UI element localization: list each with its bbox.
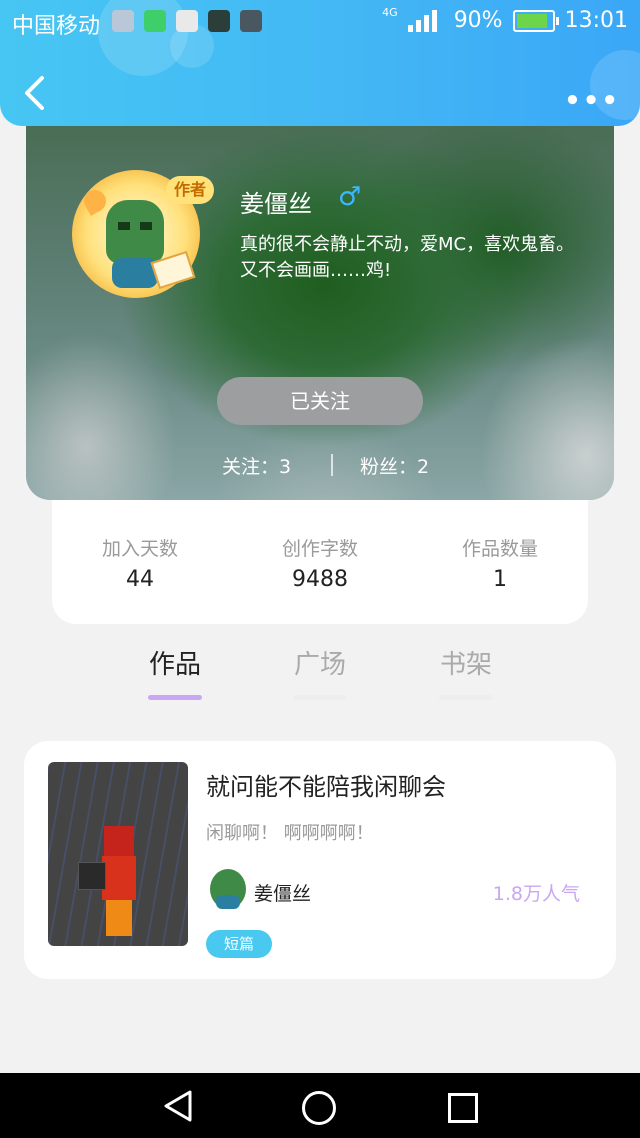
- stat-work-count: 作品数量 1: [420, 534, 580, 592]
- tab-label: 书架: [439, 650, 492, 680]
- author-badge: 作者: [166, 176, 214, 204]
- follow-stats: 关注：3 粉丝：2: [26, 452, 614, 482]
- tab-underline: [293, 695, 347, 700]
- stat-label: 加入天数: [101, 538, 178, 560]
- work-card[interactable]: 就问能不能陪我闲聊会 闲聊啊！ 啊啊啊啊！ 姜僵丝 1.8万人气 短篇: [24, 741, 616, 979]
- minecraft-character-icon: [78, 826, 136, 936]
- app-notification-icon: [144, 10, 166, 32]
- work-tag: 短篇: [206, 930, 272, 958]
- nav-back-icon[interactable]: [160, 1089, 194, 1123]
- tab-square[interactable]: 广场: [270, 644, 370, 700]
- work-author[interactable]: 姜僵丝: [254, 879, 311, 906]
- user-name: 姜僵丝: [240, 190, 312, 218]
- status-bar: 中国移动 4G 90% 13:01: [0, 0, 640, 44]
- content-tabs: 作品 广场 书架: [0, 624, 640, 714]
- app-notification-icon: [240, 10, 262, 32]
- back-icon[interactable]: [22, 76, 48, 110]
- work-description: 闲聊啊！ 啊啊啊啊！: [206, 823, 374, 844]
- network-label: 4G: [382, 6, 398, 19]
- stat-label: 创作字数: [281, 538, 358, 560]
- stats-card: 加入天数 44 创作字数 9488 作品数量 1: [52, 500, 588, 624]
- tab-underline: [148, 695, 202, 700]
- top-header: 中国移动 4G 90% 13:01 •••: [0, 0, 640, 126]
- stat-value: 9488: [292, 567, 348, 592]
- stat-word-count: 创作字数 9488: [240, 534, 400, 592]
- battery-icon: [512, 9, 559, 32]
- user-bio: 真的很不会静止不动，爱MC，喜欢鬼畜。又不会画画……鸡!: [240, 234, 575, 281]
- stat-value: 44: [126, 567, 154, 592]
- clock: 13:01: [564, 8, 628, 33]
- stat-label: 作品数量: [461, 538, 538, 560]
- system-nav-bar: [0, 1073, 640, 1138]
- carrier-label: 中国移动: [12, 14, 101, 39]
- zombie-avatar-icon: [106, 200, 164, 288]
- work-title[interactable]: 就问能不能陪我闲聊会: [206, 767, 446, 802]
- signal-icon: [407, 9, 444, 32]
- tab-bookshelf[interactable]: 书架: [416, 644, 516, 700]
- notification-icons: [112, 10, 262, 32]
- work-popularity: 1.8万人气: [492, 883, 580, 905]
- male-icon: ♂: [338, 182, 362, 212]
- battery-level: [516, 13, 548, 28]
- profile-hero: 作者 姜僵丝 ♂ 真的很不会静止不动，爱MC，喜欢鬼畜。又不会画画……鸡! 已关…: [26, 126, 614, 500]
- app-notification-icon: [208, 10, 230, 32]
- stat-value: 1: [493, 567, 507, 592]
- nav-recents-icon[interactable]: [448, 1093, 478, 1123]
- tab-label: 作品: [148, 650, 201, 680]
- follow-button[interactable]: 已关注: [217, 377, 423, 425]
- author-avatar[interactable]: [210, 869, 246, 909]
- following-count[interactable]: 关注：3: [222, 452, 291, 479]
- tab-works[interactable]: 作品: [125, 644, 225, 700]
- work-cover-image[interactable]: [48, 762, 188, 946]
- more-icon[interactable]: •••: [564, 86, 620, 116]
- avatar[interactable]: 作者: [72, 170, 214, 298]
- tab-label: 广场: [293, 650, 346, 680]
- fans-count[interactable]: 粉丝：2: [360, 452, 429, 479]
- status-right: 4G 90% 13:01: [382, 6, 628, 33]
- app-notification-icon: [176, 10, 198, 32]
- image-notification-icon: [112, 10, 134, 32]
- battery-percent: 90%: [453, 8, 503, 33]
- nav-home-icon[interactable]: [302, 1091, 336, 1125]
- stat-join-days: 加入天数 44: [60, 534, 220, 592]
- tab-underline: [439, 695, 493, 700]
- divider: [331, 454, 333, 476]
